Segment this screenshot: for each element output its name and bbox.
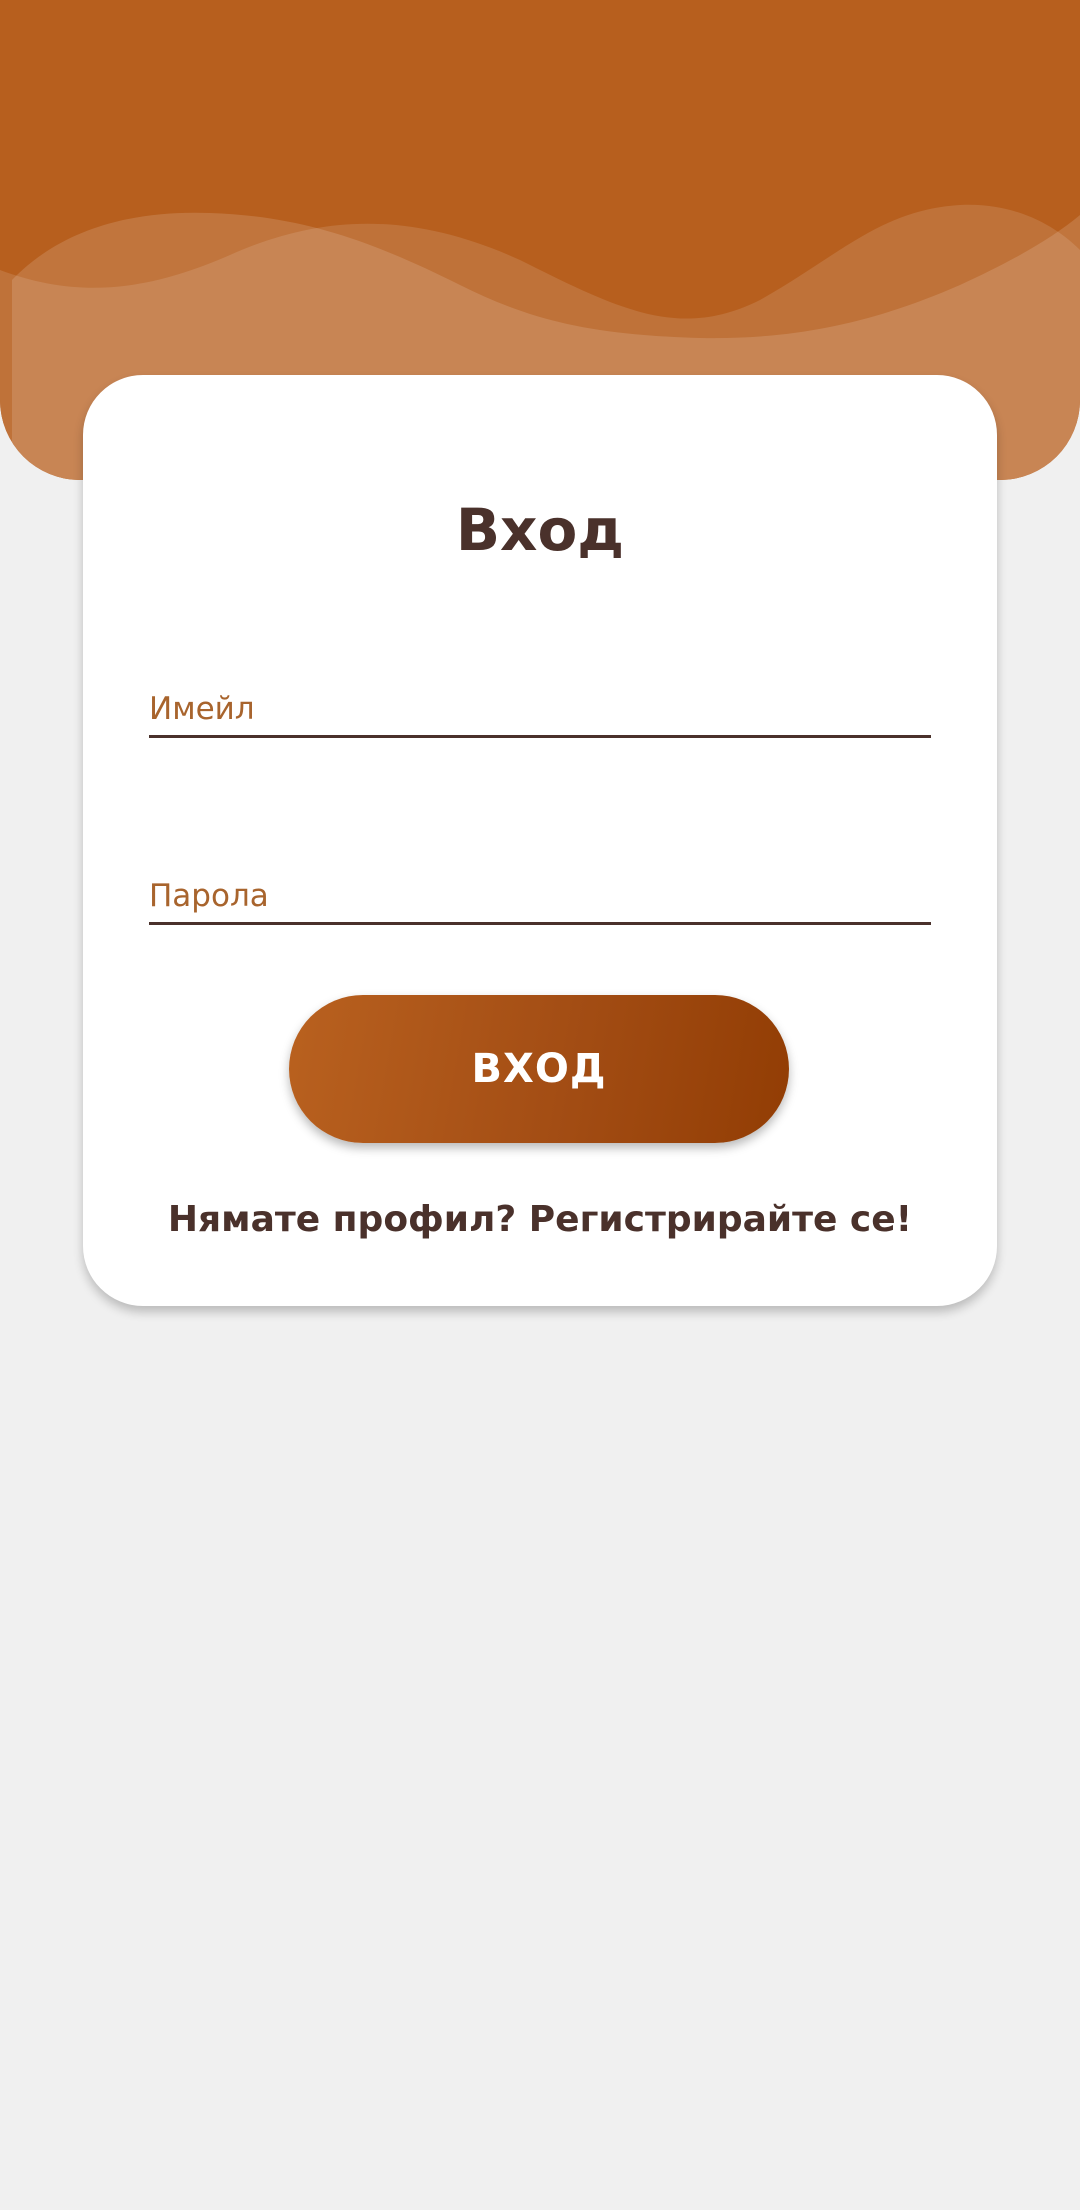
password-field — [149, 852, 931, 925]
password-input[interactable] — [149, 878, 931, 914]
page-title: Вход — [455, 496, 625, 564]
email-input[interactable] — [149, 691, 931, 727]
login-screen: Вход ВХОД Нямате профил? Регистрирайте с… — [0, 0, 1080, 2210]
login-button[interactable]: ВХОД — [289, 995, 789, 1143]
email-field — [149, 665, 931, 738]
register-link[interactable]: Нямате профил? Регистрирайте се! — [83, 1195, 997, 1245]
login-card: Вход ВХОД Нямате профил? Регистрирайте с… — [83, 375, 997, 1306]
